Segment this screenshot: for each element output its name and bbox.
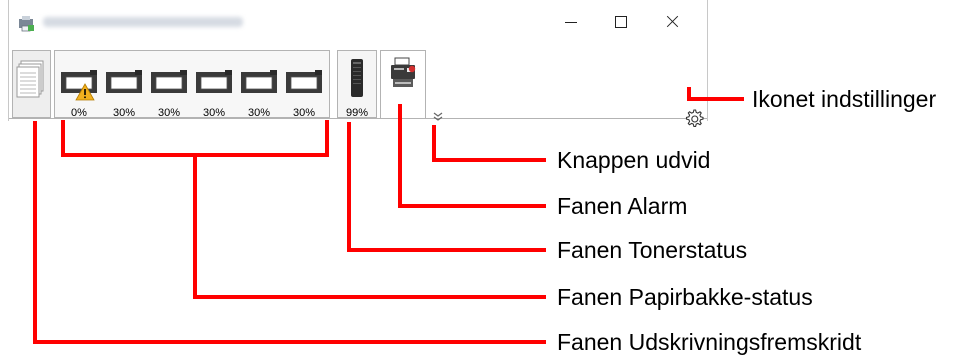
tab-bar: 0% 30% 30% 30% 30% 30% 99% — [9, 48, 707, 128]
tab-toner-status[interactable]: 99% — [337, 50, 377, 119]
callout-paper-tab: Fanen Papirbakke-status — [557, 284, 813, 310]
callout-alarm-tab: Fanen Alarm — [557, 193, 688, 219]
paper-tray-icon — [106, 70, 142, 93]
callout-line-toner — [347, 122, 546, 252]
close-button[interactable] — [657, 11, 687, 33]
paper-tray-icon — [196, 70, 232, 93]
tab-print-progress[interactable] — [12, 50, 51, 118]
tab-paper-tray-status[interactable]: 0% 30% 30% 30% 30% 30% — [54, 50, 330, 119]
gear-icon[interactable] — [681, 106, 707, 132]
toner-cartridge-icon — [351, 59, 363, 97]
maximize-button[interactable] — [606, 11, 636, 33]
print-job-stack-icon — [16, 60, 44, 98]
window-title — [43, 17, 243, 27]
callout-expand-button: Knappen udvid — [557, 147, 711, 173]
printer-alarm-icon — [391, 57, 416, 87]
warning-icon — [75, 83, 95, 101]
callout-line-paper — [193, 155, 546, 299]
callout-toner-tab: Fanen Tonerstatus — [557, 237, 748, 263]
double-chevron-down-icon[interactable] — [432, 112, 444, 122]
status-monitor-window: 0% 30% 30% 30% 30% 30% 99% — [8, 0, 708, 128]
printer-app-icon — [19, 16, 34, 32]
paper-tray-icon — [286, 70, 322, 93]
tab-divider — [9, 118, 707, 119]
paper-tray-icon — [151, 70, 187, 93]
callout-line-expand — [432, 125, 546, 162]
paper-tray-icon — [241, 70, 277, 93]
tab-alarm[interactable] — [380, 50, 426, 119]
callout-line-paper-bracket — [61, 120, 329, 157]
callout-print-tab: Fanen Udskrivningsfremskridt — [557, 329, 862, 355]
callout-settings-icon: Ikonet indstillinger — [752, 86, 937, 112]
callout-line-print — [33, 121, 546, 344]
titlebar — [9, 0, 707, 44]
minimize-button[interactable] — [557, 11, 587, 33]
